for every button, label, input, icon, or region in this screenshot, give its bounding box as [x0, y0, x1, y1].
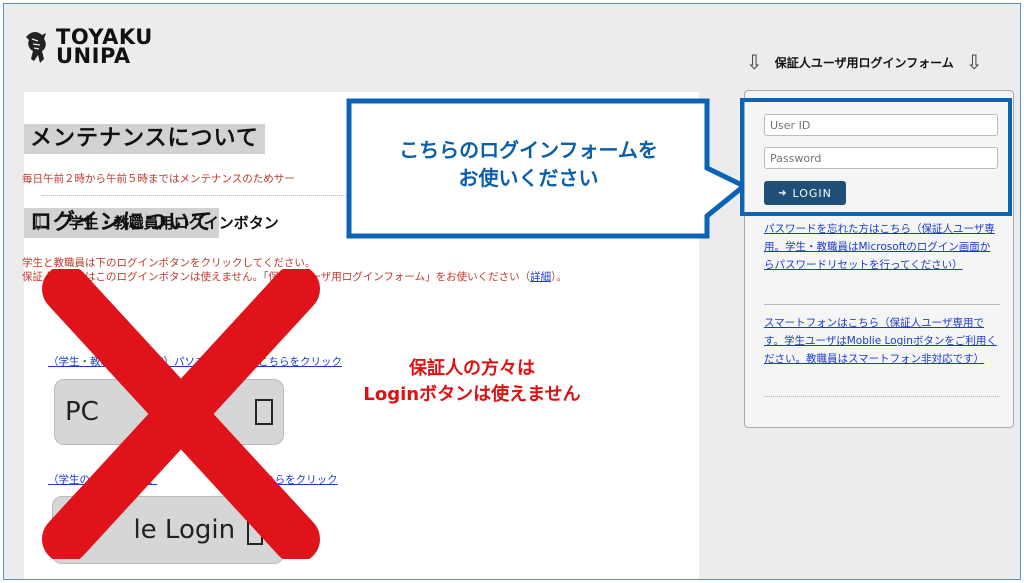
logo-line2: UNIPA: [56, 44, 131, 68]
guardian-form-heading: ⇩ 保証人ユーザ用ログインフォーム ⇩: [746, 52, 983, 72]
down-arrow-icon: ⇩: [30, 210, 47, 235]
page-frame: TOYAKU UNIPA メンテナンスについて 毎日午前２時から午前５時まではメ…: [3, 3, 1021, 580]
red-x-mark-icon: [42, 269, 320, 559]
guardian-warning-line1: 保証人の方々は: [409, 358, 535, 379]
login-form-highlight: [740, 98, 1012, 216]
smartphone-link[interactable]: スマートフォンはこちら（保証人ユーザ専用です。学生ユーザはMoblie Logi…: [764, 314, 1000, 368]
staff-login-subheading: ⇩ 学生・教職員用ログインボタン: [30, 212, 279, 233]
detail-link[interactable]: 詳細: [530, 271, 551, 283]
callout-text: こちらのログインフォームを お使いください: [346, 136, 711, 192]
down-arrow-icon: ⇩: [965, 50, 983, 74]
side-divider: [764, 304, 1000, 305]
maintenance-heading: メンテナンスについて: [24, 124, 265, 154]
login-instructions-line1: 学生と教職員は下のログインボタンをクリックしてください。: [22, 257, 316, 269]
callout-text-line1: こちらのログインフォームを: [399, 138, 658, 162]
guardian-warning: 保証人の方々は Loginボタンは使えません: [342, 356, 602, 408]
down-arrow-icon: ⇩: [746, 50, 763, 74]
forgot-password-link[interactable]: パスワードを忘れた方はこちら（保証人ユーザ専用。学生・教職員はMicrosoft…: [764, 220, 1000, 274]
side-divider: [764, 396, 1000, 397]
login-instructions-suffix: ）。: [551, 271, 567, 283]
staff-login-subheading-text: 学生・教職員用ログインボタン: [68, 214, 279, 232]
guardian-form-heading-text: 保証人ユーザ用ログインフォーム: [774, 55, 954, 70]
maintenance-text: 毎日午前２時から午前５時まではメンテナンスのためサー: [22, 173, 295, 185]
callout-text-line2: お使いください: [458, 166, 599, 190]
logo-text: TOYAKU UNIPA: [56, 27, 153, 68]
unipa-logo[interactable]: TOYAKU UNIPA: [24, 27, 153, 68]
pegasus-logo-icon: [26, 32, 46, 63]
guardian-warning-line2: Loginボタンは使えません: [363, 384, 581, 405]
